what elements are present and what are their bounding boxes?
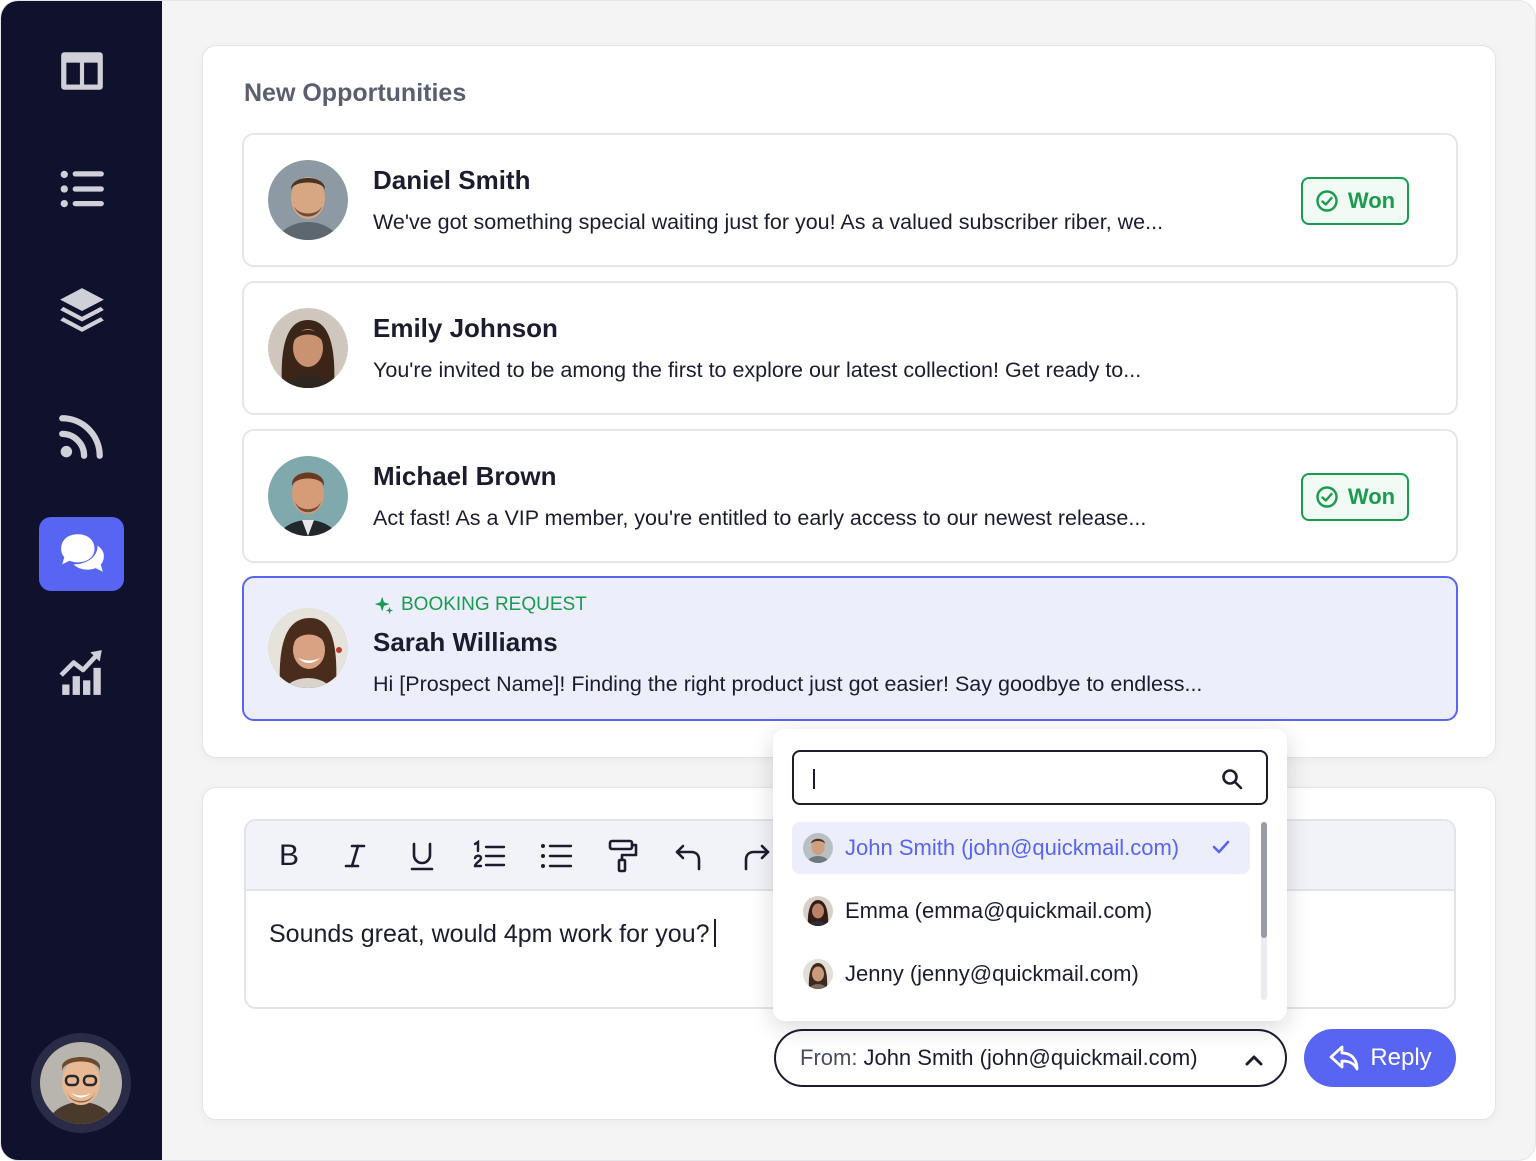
- sparkle-icon: [374, 596, 394, 615]
- italic-icon: [344, 844, 366, 868]
- user-avatar[interactable]: [31, 1033, 131, 1133]
- bold-icon: B: [278, 839, 299, 872]
- avatar: [803, 959, 833, 989]
- scrollbar-thumb[interactable]: [1261, 822, 1267, 938]
- list-icon: [60, 170, 104, 208]
- paint-roller-icon: [608, 839, 638, 873]
- check-circle-icon: [1316, 190, 1338, 212]
- bullet-list-button[interactable]: [537, 837, 575, 875]
- avatar: [268, 308, 348, 388]
- message-preview: Hi [Prospect Name]! Finding the right pr…: [373, 672, 1203, 696]
- status-badge-won: Won: [1301, 473, 1409, 521]
- status-label: Won: [1347, 484, 1396, 509]
- option-label: Emma (emma@quickmail.com): [845, 898, 1153, 923]
- sender-option-emma[interactable]: Emma (emma@quickmail.com): [792, 885, 1250, 937]
- format-painter-button[interactable]: [604, 837, 642, 875]
- sender-label: From:: [800, 1045, 858, 1070]
- sender-option-john-smith[interactable]: John Smith (john@quickmail.com): [792, 822, 1250, 874]
- contact-name: Michael Brown: [373, 461, 557, 491]
- sidebar-item-dashboard[interactable]: [39, 34, 124, 108]
- tag-label: BOOKING REQUEST: [401, 594, 587, 615]
- reply-body[interactable]: Sounds great, would 4pm work for you?: [269, 919, 716, 949]
- app-window: New Opportunities Daniel Smith We've got…: [0, 0, 1536, 1161]
- sidebar-item-list[interactable]: [39, 152, 124, 226]
- text-caret: [813, 769, 815, 789]
- layers-icon: [59, 288, 104, 332]
- undo-icon: [675, 844, 701, 871]
- reply-label: Reply: [1370, 1044, 1432, 1071]
- opportunity-row-daniel-smith[interactable]: Daniel Smith We've got something special…: [242, 133, 1458, 267]
- message-preview: You're invited to be among the first to …: [373, 358, 1142, 382]
- italic-button[interactable]: [336, 837, 374, 875]
- option-label: John Smith (john@quickmail.com): [845, 835, 1180, 860]
- reply-body-text: Sounds great, would 4pm work for you?: [269, 920, 710, 948]
- contact-name: Emily Johnson: [373, 313, 558, 343]
- reply-button[interactable]: Reply: [1304, 1029, 1456, 1087]
- panel-title: New Opportunities: [244, 79, 467, 107]
- layout-icon: [60, 52, 103, 90]
- sender-value: John Smith (john@quickmail.com): [863, 1045, 1198, 1070]
- chat-icon: [60, 534, 104, 572]
- rss-icon: [58, 415, 103, 459]
- booking-request-tag: BOOKING REQUEST: [373, 594, 587, 616]
- underline-button[interactable]: [403, 837, 441, 875]
- sender-dropdown: John Smith (john@quickmail.com) Emma (em…: [773, 729, 1287, 1021]
- redo-icon: [744, 844, 770, 871]
- underline-icon: [410, 842, 434, 871]
- bullet-list-icon: [541, 844, 573, 868]
- bold-button[interactable]: B: [270, 837, 308, 875]
- opportunity-row-michael-brown[interactable]: Michael Brown Act fast! As a VIP member,…: [242, 429, 1458, 563]
- sender-option-jenny[interactable]: Jenny (jenny@quickmail.com): [792, 948, 1250, 1000]
- contact-name: Sarah Williams: [373, 627, 558, 657]
- check-icon: [1212, 840, 1230, 854]
- opportunity-row-sarah-williams[interactable]: BOOKING REQUEST Sarah Williams Hi [Prosp…: [242, 576, 1458, 721]
- opportunities-panel: New Opportunities Daniel Smith We've got…: [202, 45, 1496, 758]
- sidebar-item-conversations[interactable]: [39, 517, 124, 591]
- avatar: [803, 896, 833, 926]
- search-icon[interactable]: [1220, 767, 1244, 791]
- numbered-list-button[interactable]: [470, 837, 508, 875]
- reply-icon: [1329, 1045, 1359, 1071]
- numbered-list-icon: [473, 839, 506, 868]
- check-circle-icon: [1316, 486, 1338, 508]
- avatar: [268, 608, 348, 688]
- text-caret: [713, 919, 716, 947]
- chevron-up-icon: [1245, 1055, 1263, 1066]
- status-label: Won: [1347, 188, 1396, 213]
- avatar: [40, 1042, 122, 1124]
- sidebar: [1, 1, 162, 1160]
- avatar: [268, 456, 348, 536]
- status-badge-won: Won: [1301, 177, 1409, 225]
- undo-button[interactable]: [670, 837, 708, 875]
- avatar: [268, 160, 348, 240]
- option-label: Jenny (jenny@quickmail.com): [845, 961, 1139, 986]
- contact-name: Daniel Smith: [373, 165, 531, 195]
- redo-button[interactable]: [737, 837, 775, 875]
- sidebar-item-layers[interactable]: [39, 273, 124, 347]
- message-preview: We've got something special waiting just…: [373, 210, 1164, 234]
- sender-select[interactable]: From: John Smith (john@quickmail.com): [774, 1029, 1287, 1087]
- search-input[interactable]: [792, 750, 1268, 805]
- sidebar-item-feed[interactable]: [39, 399, 124, 473]
- sidebar-item-analytics[interactable]: [39, 635, 124, 709]
- analytics-icon: [59, 650, 102, 695]
- avatar: [803, 833, 833, 863]
- message-preview: Act fast! As a VIP member, you're entitl…: [373, 506, 1147, 530]
- opportunity-row-emily-johnson[interactable]: Emily Johnson You're invited to be among…: [242, 281, 1458, 415]
